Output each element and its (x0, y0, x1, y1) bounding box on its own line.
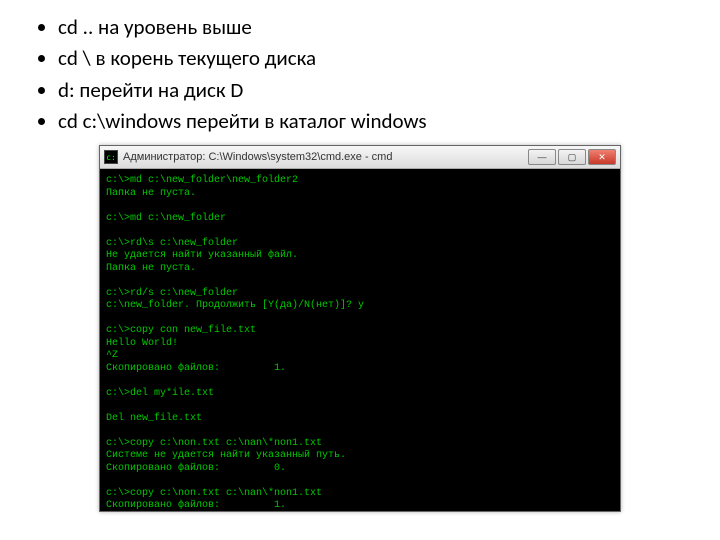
window-title: Администратор: C:\Windows\system32\cmd.e… (123, 151, 528, 163)
list-item: cd c:\windows перейти в каталог windows (58, 108, 690, 135)
list-item: d: перейти на диск D (58, 77, 690, 104)
cmd-icon: c: (104, 150, 118, 164)
maximize-button[interactable]: ▢ (558, 149, 586, 165)
minimize-button[interactable]: — (528, 149, 556, 165)
list-item: cd .. на уровень выше (58, 14, 690, 41)
window-titlebar[interactable]: c: Администратор: C:\Windows\system32\cm… (100, 146, 620, 169)
window-controls: — ▢ ✕ (528, 149, 616, 165)
list-item: cd \ в корень текущего диска (58, 45, 690, 72)
console-output[interactable]: c:\>md c:\new_folder\new_folder2 Папка н… (100, 169, 620, 511)
close-button[interactable]: ✕ (588, 149, 616, 165)
cmd-window: c: Администратор: C:\Windows\system32\cm… (99, 145, 621, 512)
command-description-list: cd .. на уровень выше cd \ в корень теку… (30, 14, 690, 135)
